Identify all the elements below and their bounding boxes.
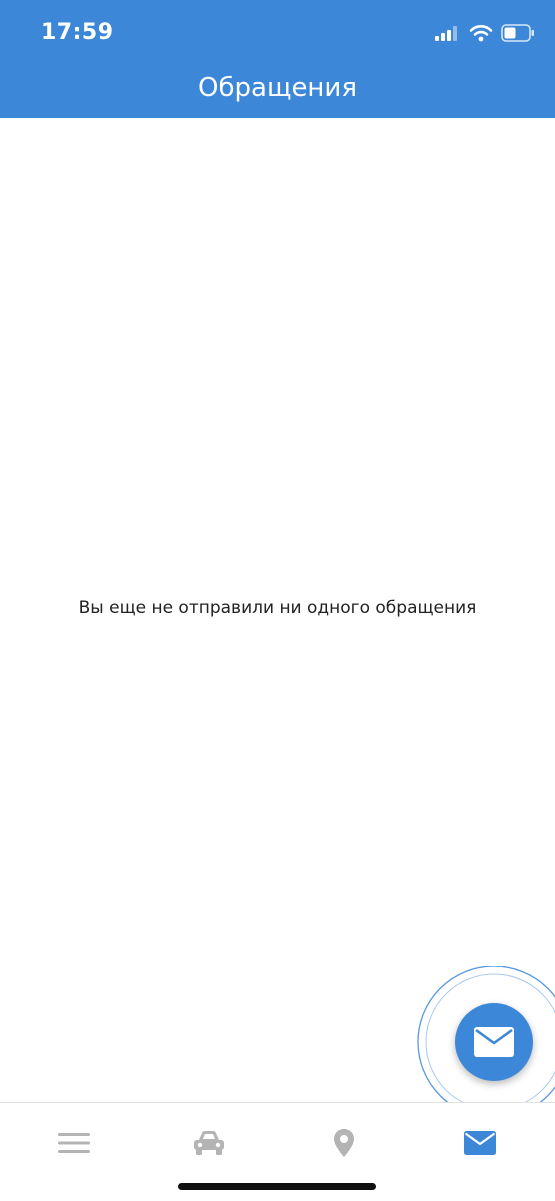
page-title: Обращения	[198, 73, 357, 103]
tab-car[interactable]	[184, 1123, 234, 1163]
tab-menu[interactable]	[49, 1123, 99, 1163]
car-icon	[194, 1131, 224, 1155]
envelope-icon	[464, 1131, 496, 1155]
envelope-icon	[474, 1027, 514, 1057]
battery-icon	[501, 24, 534, 42]
menu-icon	[58, 1133, 90, 1153]
home-indicator[interactable]	[178, 1183, 376, 1190]
app-header: 17:59 Обращения	[0, 0, 555, 118]
status-time: 17:59	[41, 20, 114, 45]
cellular-signal-icon	[435, 26, 457, 41]
wifi-icon	[469, 25, 493, 42]
tab-location[interactable]	[319, 1123, 369, 1163]
location-pin-icon	[334, 1129, 354, 1157]
tab-messages[interactable]	[455, 1123, 505, 1163]
empty-state-message: Вы еще не отправили ни одного обращения	[78, 598, 477, 618]
status-icons	[435, 21, 535, 45]
new-request-button[interactable]	[455, 1003, 533, 1081]
